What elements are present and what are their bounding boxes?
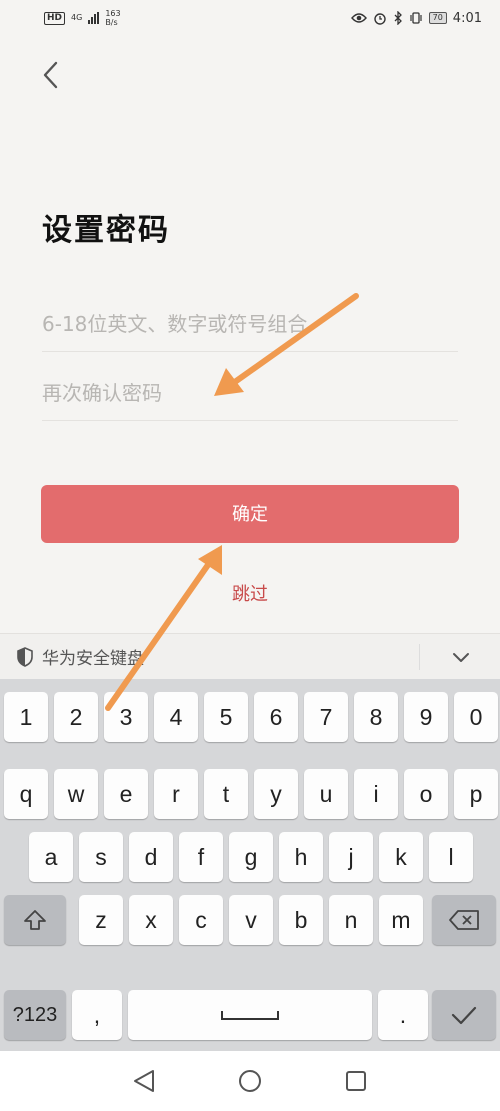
speed-value: 163 [105, 9, 121, 18]
number-key[interactable]: 3 [104, 692, 148, 742]
recents-square-icon[interactable] [343, 1068, 369, 1094]
signal-icon [88, 12, 100, 24]
back-triangle-icon[interactable] [131, 1068, 157, 1094]
hd-badge: HD [44, 11, 66, 25]
shield-icon [17, 646, 33, 667]
letter-key[interactable]: c [179, 895, 223, 945]
confirm-button[interactable]: 确定 [41, 485, 459, 543]
number-key[interactable]: 2 [54, 692, 98, 742]
letter-key[interactable]: q [4, 769, 48, 819]
letter-key[interactable]: f [179, 832, 223, 882]
keyboard-label: 华为安全键盘 [42, 649, 144, 669]
letter-key[interactable]: n [329, 895, 373, 945]
letter-key[interactable]: g [229, 832, 273, 882]
backspace-key[interactable] [432, 895, 496, 945]
letter-key[interactable]: h [279, 832, 323, 882]
chevron-down-icon[interactable] [450, 646, 472, 668]
checkmark-icon [451, 1006, 477, 1025]
space-icon [221, 1011, 279, 1020]
back-button[interactable] [38, 58, 62, 92]
password-input[interactable] [42, 296, 458, 352]
confirm-password-input[interactable] [42, 365, 458, 421]
letter-key[interactable]: k [379, 832, 423, 882]
home-circle-icon[interactable] [237, 1068, 263, 1094]
number-key[interactable]: 5 [204, 692, 248, 742]
number-key[interactable]: 8 [354, 692, 398, 742]
letter-key[interactable]: l [429, 832, 473, 882]
number-key[interactable]: 7 [304, 692, 348, 742]
number-key[interactable]: 4 [154, 692, 198, 742]
shift-key[interactable] [4, 895, 66, 945]
letter-key[interactable]: a [29, 832, 73, 882]
backspace-icon [449, 910, 479, 930]
vibrate-icon [410, 12, 422, 24]
letter-key[interactable]: r [154, 769, 198, 819]
header-divider [419, 644, 420, 670]
number-key[interactable]: 9 [404, 692, 448, 742]
number-key[interactable]: 1 [4, 692, 48, 742]
shift-icon [24, 910, 46, 930]
letter-key[interactable]: x [129, 895, 173, 945]
letter-key[interactable]: i [354, 769, 398, 819]
letter-key[interactable]: y [254, 769, 298, 819]
clock: 4:01 [452, 10, 482, 26]
bluetooth-icon [394, 11, 402, 25]
chevron-left-icon [43, 61, 58, 89]
letter-key[interactable]: s [79, 832, 123, 882]
letter-key[interactable]: p [454, 769, 498, 819]
status-left: HD 4G 163 B/s [44, 9, 121, 27]
period-key[interactable]: . [378, 990, 428, 1040]
letter-key[interactable]: b [279, 895, 323, 945]
letter-key[interactable]: w [54, 769, 98, 819]
speed-unit: B/s [105, 18, 118, 27]
page-title: 设置密码 [42, 213, 170, 248]
number-key[interactable]: 6 [254, 692, 298, 742]
symbols-key[interactable]: ?123 [4, 990, 66, 1040]
letter-key[interactable]: d [129, 832, 173, 882]
number-key[interactable]: 0 [454, 692, 498, 742]
comma-key[interactable]: , [72, 990, 122, 1040]
network-speed: 163 B/s [105, 9, 120, 27]
letter-key[interactable]: t [204, 769, 248, 819]
status-bar: HD 4G 163 B/s 70 4:01 [0, 0, 500, 36]
battery-icon: 70 [428, 12, 447, 24]
letter-key[interactable]: v [229, 895, 273, 945]
letter-key[interactable]: e [104, 769, 148, 819]
alarm-icon [373, 13, 386, 25]
letter-key[interactable]: j [329, 832, 373, 882]
skip-link[interactable]: 跳过 [0, 580, 500, 606]
network-type: 4G [71, 13, 83, 22]
done-key[interactable] [432, 990, 496, 1040]
eye-icon [350, 13, 367, 23]
letter-key[interactable]: m [379, 895, 423, 945]
keyboard: 1234567890 qwertyuiop asdfghjkl zxcvbnm … [0, 679, 500, 1051]
letter-key[interactable]: u [304, 769, 348, 819]
keyboard-header: 华为安全键盘 [0, 633, 500, 679]
letter-key[interactable]: z [79, 895, 123, 945]
status-right: 70 4:01 [350, 10, 482, 26]
space-key[interactable] [128, 990, 372, 1040]
navigation-bar [0, 1051, 500, 1111]
letter-key[interactable]: o [404, 769, 448, 819]
